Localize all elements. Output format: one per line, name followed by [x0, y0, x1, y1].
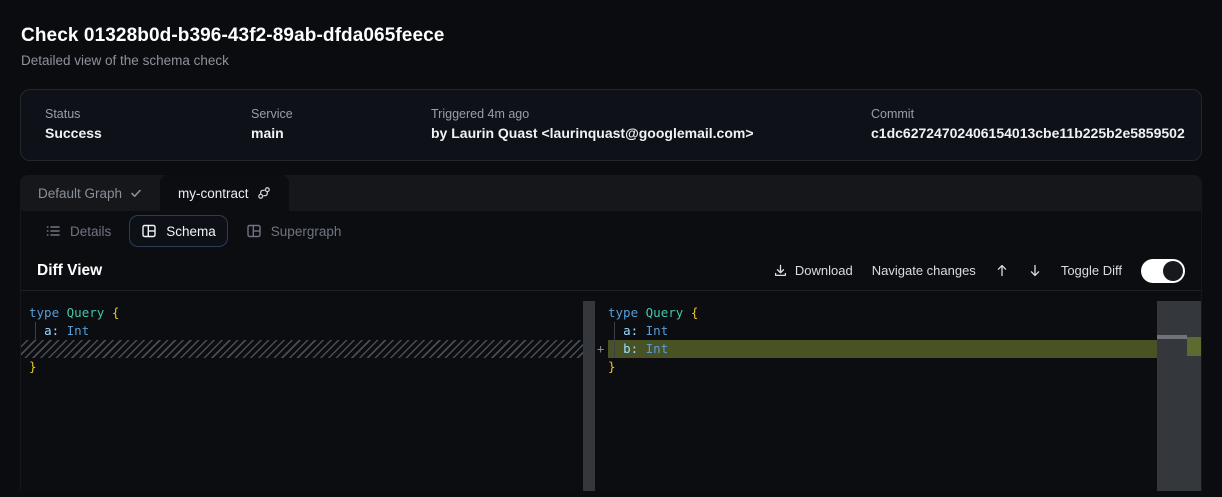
tab-details-label: Details: [70, 224, 111, 239]
indent-guide: [614, 322, 615, 340]
meta-triggered-label: Triggered 4m ago: [431, 107, 871, 121]
code-line-content: a: Int: [21, 322, 595, 340]
meta-commit-label: Commit: [871, 107, 1185, 121]
arrow-up-icon: [995, 263, 1009, 278]
tab-schema-label: Schema: [166, 224, 216, 239]
toggle-diff-switch[interactable]: [1141, 259, 1185, 283]
meta-status-label: Status: [45, 107, 251, 121]
added-line-overview-marker: [1187, 337, 1201, 356]
code-line-content: type Query {: [21, 304, 595, 322]
check-detail-panel: Default Graph my-contract Details: [20, 175, 1202, 491]
meta-commit: Commit c1dc62724702406154013cbe11b225b2e…: [871, 107, 1185, 160]
indent-guide: [614, 340, 615, 358]
code-line-content: }: [608, 358, 1201, 376]
meta-status: Status Success: [45, 107, 251, 160]
diff-gutter: +: [595, 340, 608, 358]
tab-supergraph[interactable]: Supergraph: [234, 215, 354, 247]
indent-guide: [35, 322, 36, 340]
diff-added-line: + b: Int: [595, 340, 1201, 358]
code-line-content: [21, 340, 595, 358]
tab-default-graph-label: Default Graph: [38, 186, 122, 201]
page-title: Check 01328b0d-b396-43f2-89ab-dfda065fee…: [21, 25, 1202, 47]
list-icon: [45, 223, 61, 239]
schema-diff-editor: type Query { a: Int} type Query { a: Int…: [21, 291, 1201, 491]
tab-details[interactable]: Details: [33, 215, 123, 247]
download-icon: [773, 263, 788, 278]
download-button[interactable]: Download: [773, 263, 853, 278]
service-value: main: [251, 125, 431, 141]
code-line: a: Int: [595, 322, 1201, 340]
scrollbar-thumb-strip: [1157, 335, 1187, 339]
contract-compare-icon: [257, 186, 271, 200]
diff-view-header: Diff View Download Navigate changes: [21, 251, 1201, 291]
meta-service: Service main: [251, 107, 431, 160]
tab-schema[interactable]: Schema: [129, 215, 228, 247]
tab-my-contract[interactable]: my-contract: [160, 175, 289, 211]
left-pane-scrollbar[interactable]: [583, 301, 595, 491]
next-change-button[interactable]: [1028, 263, 1042, 278]
diff-left-pane[interactable]: type Query { a: Int}: [21, 291, 595, 491]
code-line: type Query {: [21, 304, 595, 322]
commit-hash-value: c1dc62724702406154013cbe11b225b2e5859502: [871, 125, 1185, 141]
toggle-knob: [1163, 261, 1183, 281]
code-line-content: }: [21, 358, 595, 376]
status-value: Success: [45, 125, 251, 141]
download-label: Download: [795, 263, 853, 278]
right-pane-scrollbar[interactable]: [1157, 301, 1201, 491]
tab-my-contract-label: my-contract: [178, 186, 249, 201]
triggered-by-value: by Laurin Quast <laurinquast@googlemail.…: [431, 125, 871, 141]
schema-check-page: Check 01328b0d-b396-43f2-89ab-dfda065fee…: [0, 0, 1222, 491]
graph-tab-bar: Default Graph my-contract: [20, 175, 1202, 211]
navigate-changes-label: Navigate changes: [872, 263, 976, 278]
check-icon: [130, 187, 142, 199]
page-subtitle: Detailed view of the schema check: [21, 53, 1202, 68]
panel-body: Details Schema Supergraph Diff View: [20, 211, 1202, 491]
diff-gutter: [595, 322, 608, 340]
code-line: a: Int: [21, 322, 595, 340]
diff-view-title: Diff View: [37, 262, 102, 280]
check-meta-card: Status Success Service main Triggered 4m…: [20, 89, 1202, 161]
panels-icon: [246, 223, 262, 239]
diff-filler-line: [21, 340, 595, 358]
code-line: }: [595, 358, 1201, 376]
arrow-down-icon: [1028, 263, 1042, 278]
meta-triggered: Triggered 4m ago by Laurin Quast <laurin…: [431, 107, 871, 160]
diff-right-pane[interactable]: type Query { a: Int+ b: Int}: [595, 291, 1201, 491]
code-line: type Query {: [595, 304, 1201, 322]
view-tab-bar: Details Schema Supergraph: [21, 211, 1201, 251]
code-line-content: a: Int: [608, 322, 1201, 340]
meta-service-label: Service: [251, 107, 431, 121]
toggle-diff-label: Toggle Diff: [1061, 263, 1122, 278]
code-line-content: type Query {: [608, 304, 1201, 322]
tab-default-graph[interactable]: Default Graph: [20, 175, 160, 211]
tab-supergraph-label: Supergraph: [271, 224, 342, 239]
diff-toolbar: Download Navigate changes Toggle Diff: [773, 259, 1185, 283]
diff-gutter: [595, 304, 608, 322]
previous-change-button[interactable]: [995, 263, 1009, 278]
diff-gutter: [595, 358, 608, 376]
page-header: Check 01328b0d-b396-43f2-89ab-dfda065fee…: [0, 0, 1222, 68]
code-line: }: [21, 358, 595, 376]
code-line-content: b: Int: [608, 340, 1201, 358]
panels-icon: [141, 223, 157, 239]
